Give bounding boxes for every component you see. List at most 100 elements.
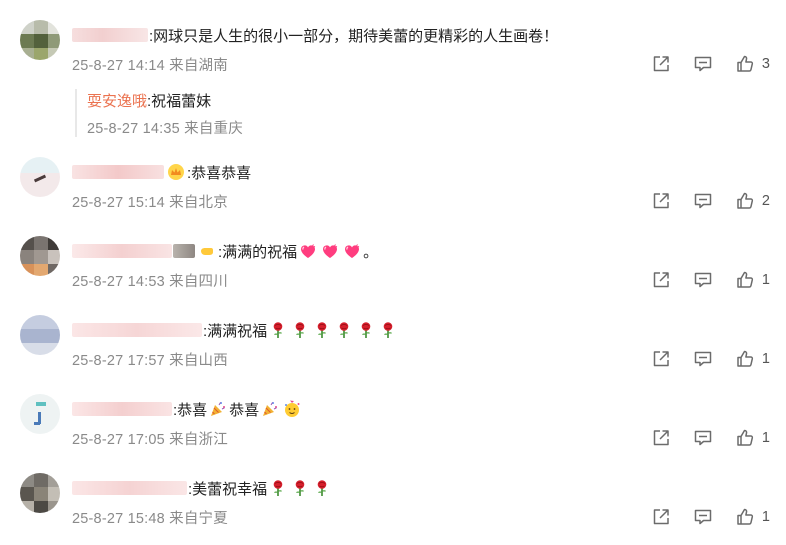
comment-meta: 25-8-27 17:05 来自浙江 [72,428,228,449]
like-icon [735,54,755,74]
username-blurred[interactable] [72,165,164,179]
reply-location: 来自重庆 [184,121,243,137]
reply-time: 25-8-27 14:35 [87,121,180,137]
comment-icon [693,428,713,448]
comment-text: :满满的祝福 [218,243,298,261]
username-blurred[interactable] [72,28,148,42]
comment-location: 来自山西 [169,353,228,369]
comment-text-end: 。 [363,243,379,261]
like-button[interactable]: 3 [735,54,770,74]
party-popper-emoji [261,400,279,418]
avatar[interactable] [20,394,60,434]
rose-emoji [357,321,375,339]
share-button[interactable] [651,428,671,448]
avatar[interactable] [20,473,60,513]
reply-button[interactable] [693,270,713,290]
comment-icon [693,54,713,74]
comment-text: :网球只是人生的很小一部分，期待美蕾的更精彩的人生画卷！ [149,27,559,45]
rose-emoji [313,479,331,497]
rose-emoji [313,321,331,339]
username-blurred[interactable] [72,481,187,495]
comment-time: 25-8-27 14:53 [72,274,165,290]
comment-time: 25-8-27 17:05 [72,432,165,448]
comment-location: 来自四川 [169,274,228,290]
comment-text-mid: 恭喜 [229,401,260,419]
heart-emoji [343,242,361,260]
heart-emoji [299,242,317,260]
avatar[interactable] [20,315,60,355]
comment-icon [693,507,713,527]
party-popper-emoji [209,400,227,418]
like-count: 3 [761,56,770,72]
avatar-badge-blurred [173,244,195,258]
reply-button[interactable] [693,54,713,74]
share-icon [651,349,671,369]
comment-meta: 25-8-27 17:57 来自山西 [72,349,228,370]
like-button[interactable]: 1 [735,507,770,527]
username-blurred[interactable] [72,323,202,337]
comment-actions: 3 [629,54,770,74]
like-icon [735,191,755,211]
comment-meta: 25-8-27 15:48 来自宁夏 [72,507,228,528]
rose-emoji [291,321,309,339]
username-blurred[interactable] [72,244,172,258]
reply-text: :祝福蕾妹 [147,92,212,110]
share-icon [651,191,671,211]
comment-time: 25-8-27 17:57 [72,353,165,369]
like-count: 1 [761,351,770,367]
like-button[interactable]: 1 [735,270,770,290]
reply-button[interactable] [693,428,713,448]
comment-time: 25-8-27 15:48 [72,511,165,527]
share-button[interactable] [651,191,671,211]
avatar[interactable] [20,20,60,60]
share-button[interactable] [651,507,671,527]
share-icon [651,270,671,290]
comment-time: 25-8-27 15:14 [72,195,165,211]
reply-item: 耍安逸哦 :祝福蕾妹 25-8-27 14:35 来自重庆 [75,89,487,137]
reply-button[interactable] [693,507,713,527]
thumb-emoji [198,242,216,260]
share-button[interactable] [651,54,671,74]
reply-username[interactable]: 耍安逸哦 [87,90,147,111]
comment-meta: 25-8-27 14:14 来自湖南 [72,54,228,75]
comment-actions: 1 [629,349,770,369]
like-icon [735,270,755,290]
reply-meta: 25-8-27 14:35 来自重庆 [87,117,487,138]
comment-text: :恭喜 [173,401,208,419]
comment-icon [693,191,713,211]
like-count: 1 [761,430,770,446]
heart-emoji [321,242,339,260]
comment-location: 来自湖南 [169,58,228,74]
share-icon [651,428,671,448]
like-button[interactable]: 1 [735,428,770,448]
comment-actions: 1 [629,270,770,290]
rose-emoji [291,479,309,497]
party-face-emoji [283,400,301,418]
rose-emoji [269,321,287,339]
comment-actions: 2 [629,191,770,211]
avatar[interactable] [20,236,60,276]
username-blurred[interactable] [72,402,172,416]
reply-button[interactable] [693,191,713,211]
comment-time: 25-8-27 14:14 [72,58,165,74]
crown-emoji [167,163,185,181]
reply-button[interactable] [693,349,713,369]
share-button[interactable] [651,270,671,290]
avatar[interactable] [20,157,60,197]
like-count: 1 [761,272,770,288]
like-count: 1 [761,509,770,525]
comment-location: 来自浙江 [169,432,228,448]
comment-meta: 25-8-27 14:53 来自四川 [72,270,228,291]
share-icon [651,507,671,527]
share-button[interactable] [651,349,671,369]
like-count: 2 [761,193,770,209]
like-button[interactable]: 2 [735,191,770,211]
comment-meta: 25-8-27 15:14 来自北京 [72,191,228,212]
comment-icon [693,270,713,290]
like-icon [735,349,755,369]
comment-text: :满满祝福 [203,322,268,340]
comment-location: 来自宁夏 [169,511,228,527]
rose-emoji [379,321,397,339]
like-button[interactable]: 1 [735,349,770,369]
rose-emoji [335,321,353,339]
